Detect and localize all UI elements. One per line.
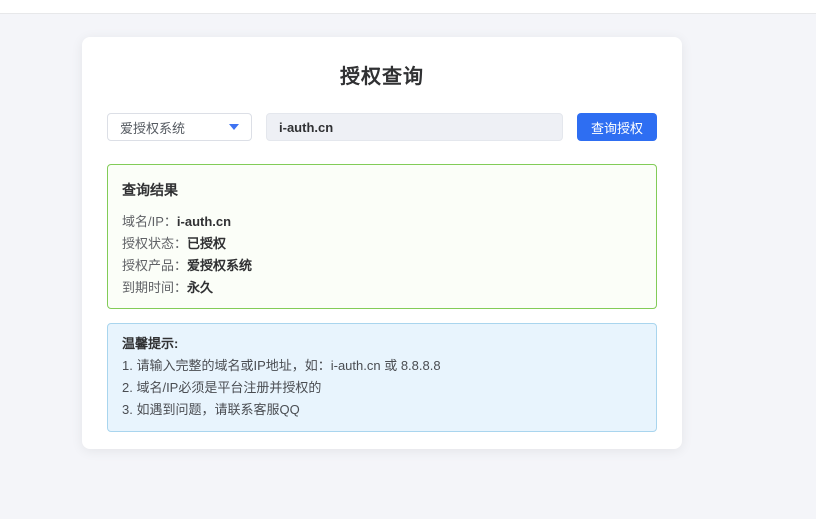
result-value: 永久 (187, 280, 213, 295)
query-result-panel: 查询结果 域名/IP：i-auth.cn 授权状态：已授权 授权产品：爱授权系统… (107, 164, 657, 309)
result-row-status: 授权状态：已授权 (122, 233, 642, 255)
tip-item-3: 3. 如遇到问题，请联系客服QQ (122, 399, 642, 421)
product-select[interactable]: 爱授权系统 (107, 113, 252, 141)
page-title: 授权查询 (107, 37, 657, 89)
result-label: 授权状态： (122, 236, 187, 251)
result-value status-badge: 已授权 (187, 236, 226, 251)
domain-input[interactable] (266, 113, 563, 141)
top-bar (0, 0, 816, 14)
query-form-row: 爱授权系统 查询授权 (107, 113, 657, 141)
result-label: 到期时间： (122, 280, 187, 295)
result-heading: 查询结果 (122, 180, 642, 200)
result-row-domain: 域名/IP：i-auth.cn (122, 211, 642, 233)
result-value: 爱授权系统 (187, 258, 252, 273)
tip-item-2: 2. 域名/IP必须是平台注册并授权的 (122, 377, 642, 399)
result-label: 授权产品： (122, 258, 187, 273)
tips-panel: 温馨提示: 1. 请输入完整的域名或IP地址，如：i-auth.cn 或 8.8… (107, 323, 657, 432)
product-select-value: 爱授权系统 (120, 118, 185, 137)
chevron-down-icon (229, 124, 239, 130)
query-auth-button[interactable]: 查询授权 (577, 113, 657, 141)
tips-heading: 温馨提示: (122, 333, 642, 355)
result-label: 域名/IP： (122, 214, 177, 229)
result-value: i-auth.cn (177, 214, 231, 229)
result-row-product: 授权产品：爱授权系统 (122, 255, 642, 277)
auth-query-card: 授权查询 爱授权系统 查询授权 查询结果 域名/IP：i-auth.cn 授权状… (82, 37, 682, 449)
result-row-expiry: 到期时间：永久 (122, 277, 642, 299)
tip-item-1: 1. 请输入完整的域名或IP地址，如：i-auth.cn 或 8.8.8.8 (122, 355, 642, 377)
